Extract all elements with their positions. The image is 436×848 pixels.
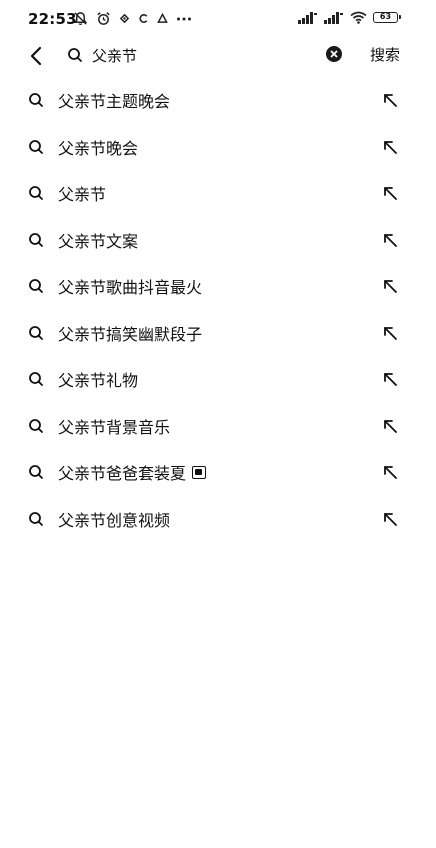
arrow-up-left-icon: [384, 187, 397, 201]
suggestion-label: 父亲节创意视频: [58, 510, 171, 530]
search-icon: [66, 46, 84, 64]
location-icon: [157, 13, 168, 23]
fill-query-button[interactable]: [380, 323, 400, 343]
arrow-up-left-icon: [384, 373, 397, 387]
arrow-up-left-icon: [384, 280, 397, 294]
search-icon: [29, 325, 43, 340]
suggestion-text: 父亲节文案: [58, 228, 138, 252]
sync-icon: [139, 14, 148, 23]
search-icon: [29, 465, 43, 480]
suggestion-label: 父亲节晚会: [58, 138, 139, 158]
suggestion-text: 父亲节歌曲抖音最火: [58, 274, 202, 298]
suggestion-item[interactable]: 父亲节创意视频: [0, 496, 436, 543]
suggestion-item[interactable]: 父亲节背景音乐: [0, 403, 436, 450]
battery-indicator: 63: [373, 12, 401, 23]
bell-muted-icon: [73, 12, 88, 26]
arrow-up-left-icon: [384, 233, 397, 247]
suggestion-text: 父亲节爸爸套装夏: [58, 460, 207, 484]
fill-query-button[interactable]: [380, 137, 400, 157]
status-time: 22:53: [28, 10, 77, 28]
search-icon: [29, 279, 43, 294]
suggestion-item[interactable]: 父亲节: [0, 170, 436, 217]
search-bar: 搜索: [0, 38, 436, 74]
signal-icon-2: [324, 11, 343, 24]
suggestion-label: 父亲节歌曲抖音最火: [58, 278, 203, 298]
suggestion-label: 父亲节主题晚会: [58, 92, 171, 112]
suggestion-list: 父亲节主题晚会 父亲节晚会父亲节父亲节文案父亲节歌曲抖音最火 父亲节搞笑幽默段子 父亲…: [0, 77, 436, 542]
suggestion-text: 父亲节创意视频: [58, 507, 170, 531]
arrow-up-left-icon: [384, 512, 397, 526]
tag-icon: [192, 465, 207, 479]
search-box: [62, 40, 362, 70]
search-icon: [29, 93, 43, 108]
status-system-icons: 63: [298, 11, 401, 24]
fill-query-button[interactable]: [380, 462, 400, 482]
fill-query-button[interactable]: [380, 90, 400, 110]
suggestion-label: 父亲节文案: [58, 231, 139, 251]
more-icon: [177, 17, 191, 20]
wifi-icon: [350, 11, 367, 24]
suggestion-item[interactable]: 父亲节爸爸套装夏: [0, 449, 436, 496]
suggestion-label: 父亲节爸爸套装夏: [58, 464, 187, 484]
suggestion-label: 父亲节: [58, 185, 107, 205]
app-notification-icon: [119, 13, 130, 24]
suggestion-text: 父亲节礼物: [58, 367, 138, 391]
suggestion-text: 父亲节背景音乐: [58, 414, 170, 438]
fill-query-button[interactable]: [380, 183, 400, 203]
fill-query-button[interactable]: [380, 369, 400, 389]
search-icon: [29, 511, 43, 526]
chevron-left-icon: [30, 46, 42, 66]
suggestion-item[interactable]: 父亲节搞笑幽默段子: [0, 310, 436, 357]
suggestion-item[interactable]: 父亲节礼物: [0, 356, 436, 403]
suggestion-label: 父亲节搞笑幽默段子: [58, 324, 203, 344]
suggestion-text: 父亲节主题晚会: [58, 88, 170, 112]
suggestion-text: 父亲节: [58, 181, 106, 205]
suggestion-label: 父亲节背景音乐: [58, 417, 171, 437]
search-icon: [29, 418, 43, 433]
arrow-up-left-icon: [384, 326, 397, 340]
suggestion-item[interactable]: 父亲节晚会: [0, 124, 436, 171]
arrow-up-left-icon: [384, 94, 397, 108]
back-button[interactable]: [22, 42, 50, 70]
suggestion-label: 父亲节礼物: [58, 371, 139, 391]
clear-icon: [330, 50, 338, 58]
search-icon: [29, 186, 43, 201]
suggestion-text: 父亲节搞笑幽默段子: [58, 321, 202, 345]
clear-button[interactable]: [326, 46, 342, 62]
search-icon: [29, 139, 43, 154]
fill-query-button[interactable]: [380, 230, 400, 250]
search-icon: [29, 232, 43, 247]
suggestion-text: 父亲节晚会: [58, 135, 138, 159]
search-icon: [29, 372, 43, 387]
status-notification-icons: [73, 11, 192, 26]
fill-query-button[interactable]: [380, 509, 400, 529]
arrow-up-left-icon: [384, 419, 397, 433]
signal-icon: [298, 11, 317, 24]
suggestion-item[interactable]: 父亲节歌曲抖音最火: [0, 263, 436, 310]
fill-query-button[interactable]: [380, 276, 400, 296]
arrow-up-left-icon: [384, 140, 397, 154]
alarm-icon: [97, 12, 110, 25]
search-button[interactable]: 搜索: [370, 44, 400, 65]
search-input[interactable]: [92, 46, 322, 64]
arrow-up-left-icon: [384, 466, 397, 480]
suggestion-item[interactable]: 父亲节主题晚会: [0, 77, 436, 124]
status-bar: 22:53 63: [0, 0, 436, 38]
suggestion-item[interactable]: 父亲节文案: [0, 217, 436, 264]
fill-query-button[interactable]: [380, 416, 400, 436]
